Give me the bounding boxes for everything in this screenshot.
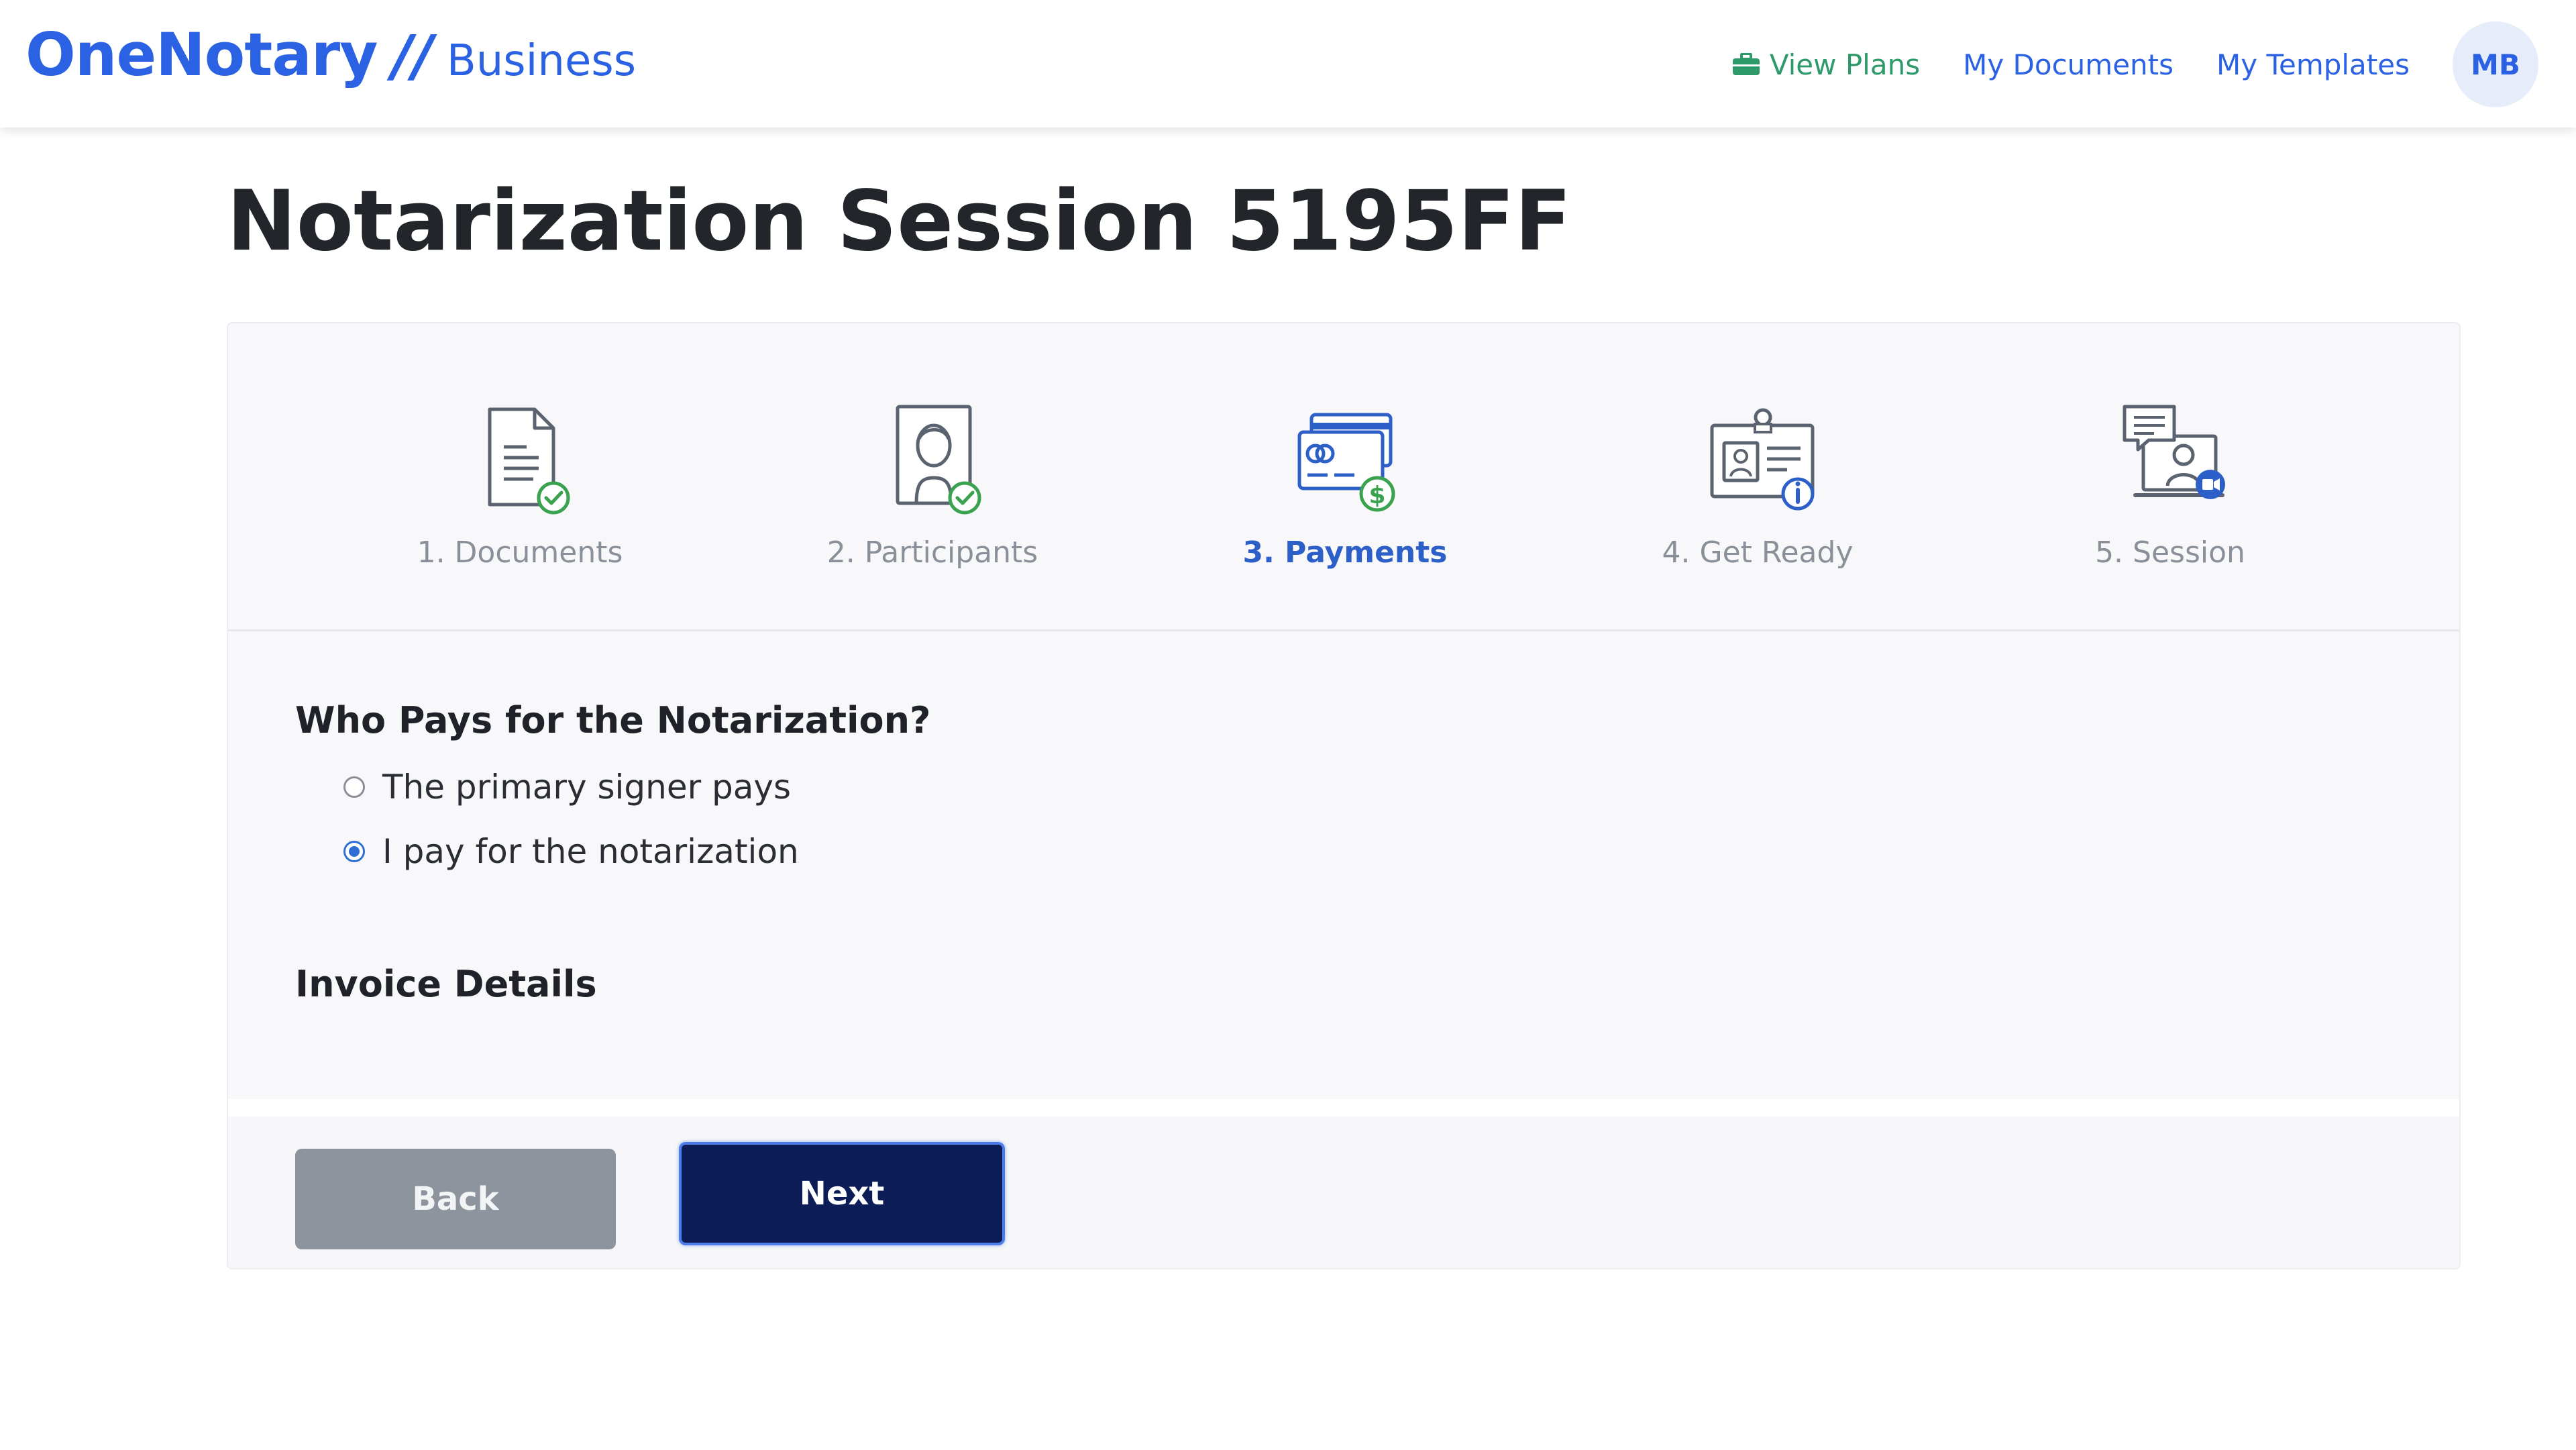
- option-label: I pay for the notarization: [382, 832, 799, 871]
- step-get-ready[interactable]: 4. Get Ready: [1617, 397, 1898, 570]
- briefcase-icon: [1732, 53, 1760, 75]
- my-documents-link[interactable]: My Documents: [1963, 48, 2174, 81]
- radio-button[interactable]: [343, 776, 365, 798]
- radio-button-selected[interactable]: [343, 841, 365, 862]
- header-nav: View Plans My Documents My Templates MB: [1732, 21, 2538, 107]
- view-plans-label: View Plans: [1769, 48, 1921, 81]
- option-i-pay[interactable]: I pay for the notarization: [343, 819, 2392, 884]
- id-card-info-icon: [1710, 408, 1815, 511]
- view-plans-link[interactable]: View Plans: [1732, 48, 1920, 81]
- credit-card-dollar-icon: $: [1297, 413, 1395, 512]
- step-label: 5. Session: [2095, 535, 2245, 570]
- option-primary-signer-pays[interactable]: The primary signer pays: [343, 755, 2392, 819]
- option-label: The primary signer pays: [382, 768, 792, 807]
- step-label: 4. Get Ready: [1662, 535, 1854, 570]
- brand-subtitle: Business: [446, 36, 637, 86]
- brand-separator: //: [392, 23, 433, 89]
- step-documents[interactable]: 1. Documents: [379, 397, 661, 570]
- svg-text:$: $: [1368, 482, 1385, 509]
- step-payments[interactable]: $ 3. Payments: [1204, 397, 1486, 570]
- top-navigation-bar: OneNotary // Business View Plans My Docu…: [0, 0, 2576, 127]
- step-label: 2. Participants: [826, 535, 1038, 570]
- brand-name: OneNotary: [25, 20, 378, 89]
- card-footer: Back Next: [228, 1099, 2459, 1268]
- document-check-icon: [488, 407, 570, 515]
- step-session[interactable]: 5. Session: [2029, 397, 2311, 570]
- session-card: 1. Documents 2. Participants $ 3. Paymen…: [227, 322, 2461, 1270]
- step-participants[interactable]: 2. Participants: [792, 397, 1073, 570]
- progress-stepper: 1. Documents 2. Participants $ 3. Paymen…: [228, 323, 2459, 631]
- step-label: 1. Documents: [417, 535, 623, 570]
- video-chat-icon: [2123, 405, 2225, 499]
- step-label: 3. Payments: [1242, 535, 1448, 570]
- next-button[interactable]: Next: [679, 1142, 1005, 1245]
- payment-form: Who Pays for the Notarization? The prima…: [295, 699, 2392, 1005]
- brand-logo[interactable]: OneNotary // Business: [25, 20, 636, 89]
- invoice-details-heading: Invoice Details: [295, 963, 597, 1005]
- my-templates-link[interactable]: My Templates: [2216, 48, 2410, 81]
- who-pays-heading: Who Pays for the Notarization?: [295, 699, 931, 741]
- user-avatar[interactable]: MB: [2453, 21, 2538, 107]
- person-check-icon: [896, 405, 981, 515]
- page-title: Notarization Session 5195FF: [227, 173, 1572, 270]
- back-button[interactable]: Back: [295, 1149, 616, 1249]
